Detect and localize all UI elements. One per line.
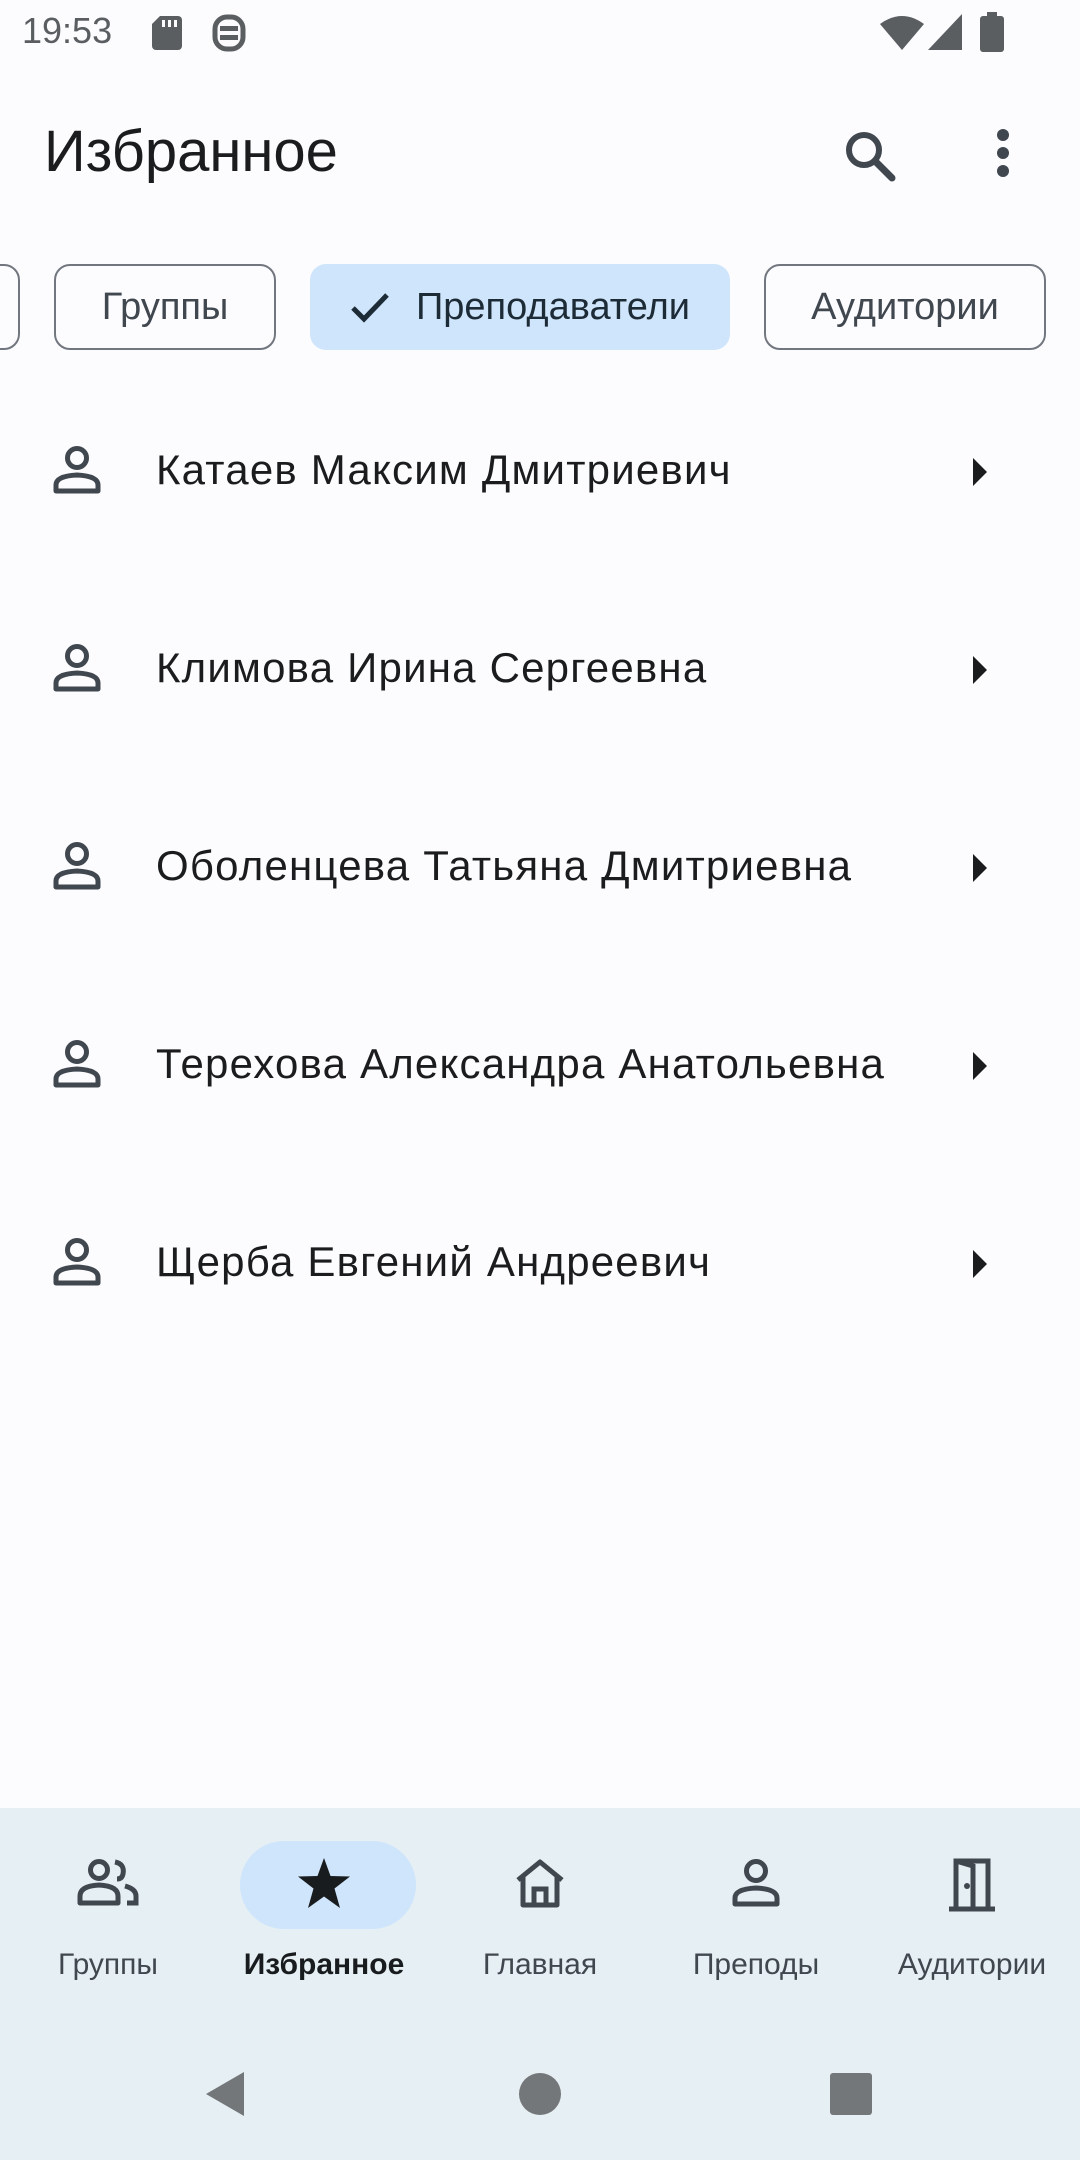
arrow-right-icon bbox=[970, 1248, 990, 1285]
list-item[interactable]: Климова Ирина Сергеевна bbox=[0, 574, 1080, 772]
arrow-right-icon bbox=[970, 852, 990, 889]
door-icon bbox=[947, 1858, 997, 1917]
more-vert-icon[interactable] bbox=[990, 128, 1016, 183]
battery-icon bbox=[980, 12, 1004, 57]
favorites-screen: 19:53 Избранное Группы Преподаватели Ауд… bbox=[0, 0, 1080, 2160]
chip-teachers[interactable]: Преподаватели bbox=[310, 264, 730, 350]
recents-icon[interactable] bbox=[829, 2072, 873, 2121]
arrow-right-icon bbox=[970, 456, 990, 493]
status-time: 19:53 bbox=[22, 10, 113, 51]
check-icon bbox=[350, 291, 390, 323]
wifi-icon bbox=[880, 16, 924, 55]
data-saver-icon bbox=[212, 14, 246, 57]
person-icon bbox=[52, 1039, 102, 1094]
teacher-name: Климова Ирина Сергеевна bbox=[156, 644, 708, 691]
nav-teachers[interactable]: Преподы bbox=[648, 1808, 864, 1998]
person-icon bbox=[52, 445, 102, 500]
list-item[interactable]: Щерба Евгений Андреевич bbox=[0, 1168, 1080, 1366]
chip-label: Преподаватели bbox=[415, 285, 691, 328]
page-title: Избранное bbox=[44, 119, 338, 184]
list-item[interactable]: Оболенцева Татьяна Дмитриевна bbox=[0, 772, 1080, 970]
status-bar: 19:53 bbox=[0, 0, 1080, 66]
teacher-name: Щерба Евгений Андреевич bbox=[156, 1238, 712, 1285]
teacher-name: Терехова Александра Анатольевна bbox=[156, 1040, 886, 1087]
person-icon bbox=[52, 1237, 102, 1292]
arrow-right-icon bbox=[970, 1050, 990, 1087]
chip-label: Аудитории bbox=[811, 285, 999, 328]
nav-rooms[interactable]: Аудитории bbox=[864, 1808, 1080, 1998]
signal-icon bbox=[928, 14, 962, 55]
nav-label: Избранное bbox=[243, 1948, 405, 1981]
groups-icon bbox=[77, 1858, 139, 1911]
bottom-navigation: Группы Избранное Главная Преподы Аудитор… bbox=[0, 1808, 1080, 2160]
person-icon bbox=[52, 643, 102, 698]
chip-rooms[interactable]: Аудитории bbox=[764, 264, 1046, 350]
nav-label: Главная bbox=[482, 1948, 598, 1981]
chip-groups[interactable]: Группы bbox=[54, 264, 276, 350]
nav-label: Группы bbox=[58, 1948, 158, 1981]
teacher-name: Оболенцева Татьяна Дмитриевна bbox=[156, 842, 853, 889]
person-icon bbox=[52, 841, 102, 896]
back-icon[interactable] bbox=[204, 2070, 246, 2123]
star-icon bbox=[296, 1856, 352, 1915]
nav-home[interactable]: Главная bbox=[432, 1808, 648, 1998]
nav-favorites[interactable]: Избранное bbox=[216, 1808, 432, 1998]
chip-partial[interactable] bbox=[0, 264, 20, 350]
list-item[interactable]: Терехова Александра Анатольевна bbox=[0, 970, 1080, 1168]
nav-label: Преподы bbox=[692, 1948, 820, 1981]
list-item[interactable]: Катаев Максим Дмитриевич bbox=[0, 376, 1080, 574]
home-circle-icon[interactable] bbox=[518, 2072, 562, 2121]
arrow-right-icon bbox=[970, 654, 990, 691]
nav-label: Аудитории bbox=[897, 1948, 1047, 1981]
sd-card-icon bbox=[152, 16, 182, 55]
nav-groups[interactable]: Группы bbox=[0, 1808, 216, 1998]
home-icon bbox=[513, 1858, 567, 1913]
teacher-name: Катаев Максим Дмитриевич bbox=[156, 446, 732, 493]
person-icon bbox=[731, 1858, 781, 1913]
chip-label: Группы bbox=[101, 285, 229, 328]
search-icon[interactable] bbox=[842, 128, 898, 189]
